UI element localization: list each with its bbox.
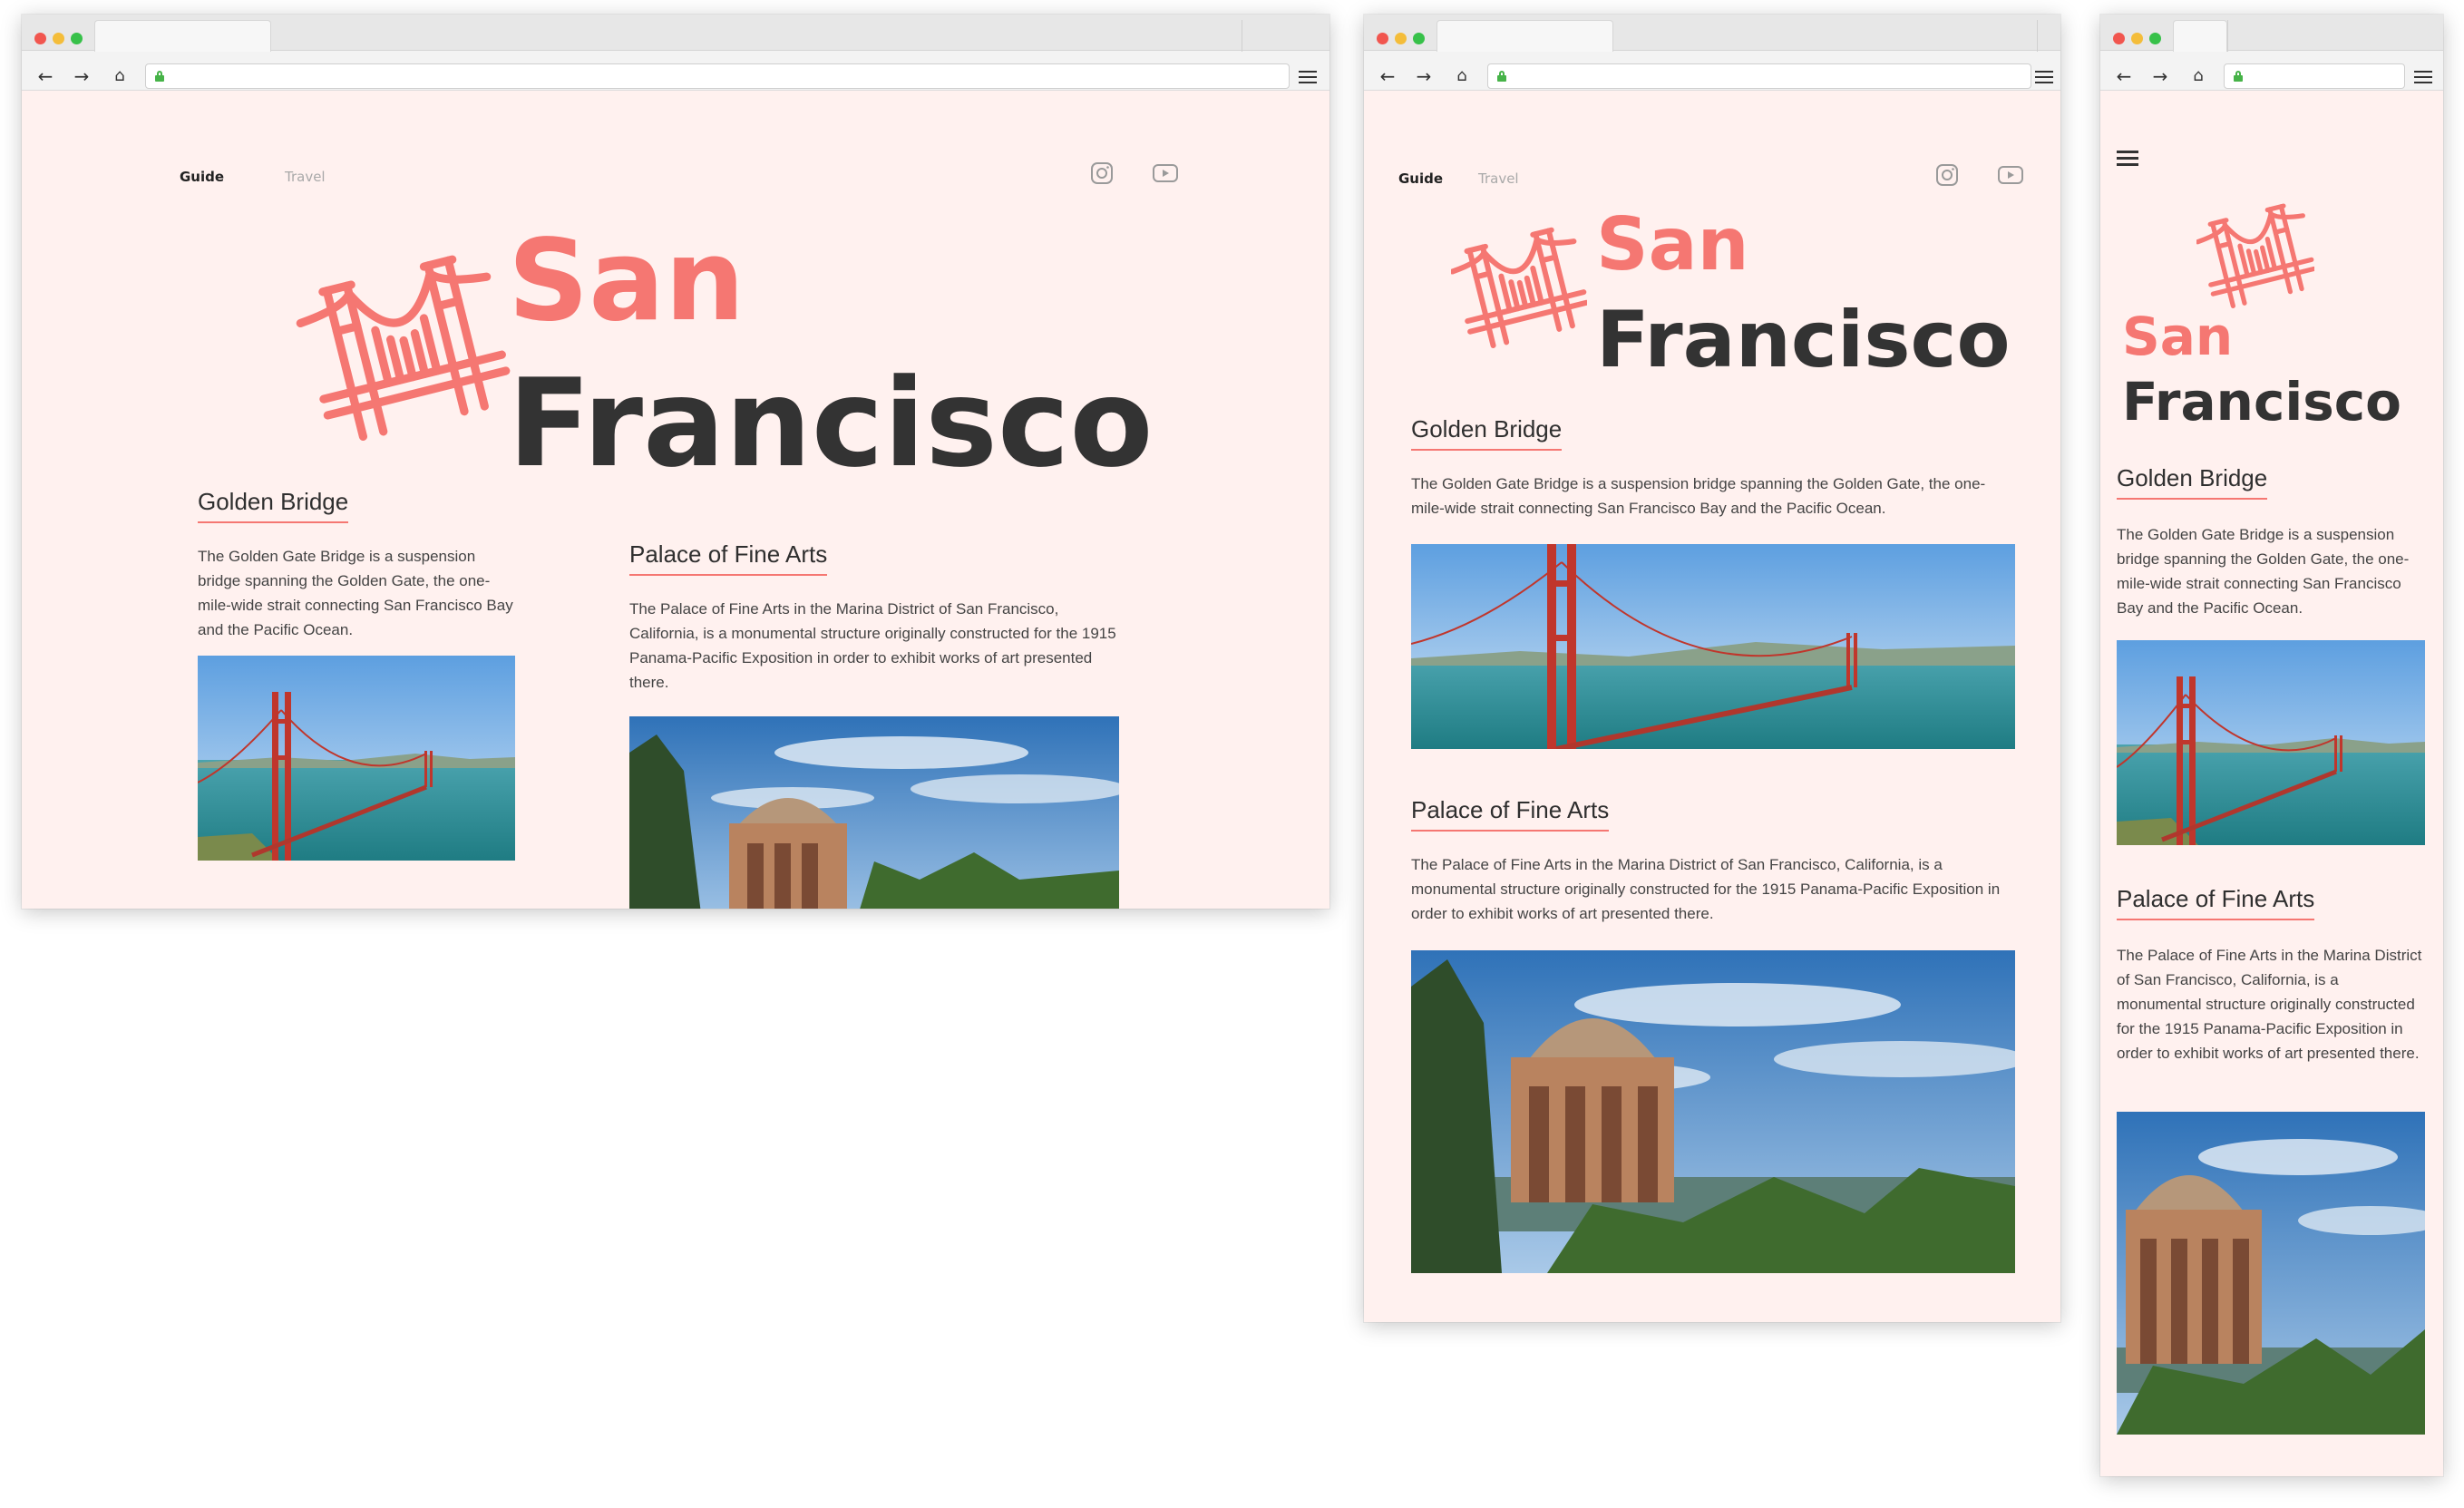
title-line-san: San [508, 216, 745, 346]
hamburger-menu-icon[interactable] [2117, 151, 2138, 167]
minimize-window-button[interactable] [53, 33, 64, 44]
browser-menu-icon[interactable] [2035, 71, 2053, 83]
home-icon[interactable]: ⌂ [109, 65, 131, 87]
nav-guide-link[interactable]: Guide [1398, 170, 1443, 187]
browser-tab[interactable] [2173, 20, 2227, 52]
address-bar[interactable] [145, 63, 1290, 89]
title-line-francisco: Francisco [1596, 295, 2011, 385]
tab-divider [2227, 20, 2228, 52]
title-line-francisco: Francisco [508, 353, 1154, 494]
page: San Francisco Golden Bridge The Golden G… [2100, 91, 2443, 1476]
close-window-button[interactable] [34, 33, 46, 44]
forward-arrow-icon[interactable]: → [2149, 65, 2171, 87]
browser-toolbar: ← → ⌂ [1364, 15, 2060, 91]
heading-golden-bridge: Golden Bridge [1411, 415, 1563, 451]
address-bar[interactable] [2224, 63, 2405, 89]
minimize-window-button[interactable] [1395, 33, 1407, 44]
address-bar[interactable] [1487, 63, 2031, 89]
browser-tab[interactable] [1437, 20, 1613, 52]
back-arrow-icon[interactable]: ← [34, 65, 56, 87]
text-golden-bridge: The Golden Gate Bridge is a suspension b… [198, 548, 513, 638]
text-golden-bridge: The Golden Gate Bridge is a suspension b… [1411, 475, 1986, 517]
text-palace-of-fine-arts: The Palace of Fine Arts in the Marina Di… [629, 600, 1116, 691]
page: Guide Travel San Francisco Golden Bridge… [22, 91, 1329, 909]
title-line-san: San [2122, 306, 2234, 367]
browser-window-mobile: ← → ⌂ San Francisco Golden Bridge The Go… [2100, 15, 2443, 1476]
close-window-button[interactable] [2113, 33, 2125, 44]
golden-gate-bridge-icon [1449, 212, 1590, 349]
maximize-window-button[interactable] [2149, 33, 2161, 44]
text-golden-bridge: The Golden Gate Bridge is a suspension b… [2117, 526, 2410, 617]
heading-palace-of-fine-arts: Palace of Fine Arts [1411, 796, 1610, 832]
palace-of-fine-arts-photo [2117, 1112, 2425, 1435]
nav-guide-link[interactable]: Guide [180, 169, 224, 185]
palace-of-fine-arts-photo [1411, 950, 2015, 1273]
browser-window-tablet: ← → ⌂ Guide Travel San Francisco Golden … [1364, 15, 2060, 1322]
browser-window-desktop: ← → ⌂ Guide Travel San Francisco Golden … [22, 15, 1329, 909]
tab-strip [22, 15, 1329, 52]
close-window-button[interactable] [1377, 33, 1388, 44]
browser-toolbar: ← → ⌂ [2100, 15, 2443, 91]
youtube-icon[interactable] [1997, 165, 2024, 189]
maximize-window-button[interactable] [1413, 33, 1425, 44]
heading-golden-bridge: Golden Bridge [2117, 464, 2268, 500]
title-line-san: San [1596, 202, 1749, 287]
heading-palace-of-fine-arts: Palace of Fine Arts [629, 540, 828, 576]
palace-of-fine-arts-photo [629, 716, 1119, 909]
text-palace-of-fine-arts: The Palace of Fine Arts in the Marina Di… [2117, 947, 2422, 1062]
forward-arrow-icon[interactable]: → [1413, 65, 1435, 87]
tab-divider [2037, 20, 2038, 52]
browser-tab[interactable] [94, 20, 271, 52]
tab-strip [2100, 15, 2443, 52]
page: Guide Travel San Francisco Golden Bridge… [1364, 91, 2060, 1322]
forward-arrow-icon[interactable]: → [71, 65, 93, 87]
nav-travel-link[interactable]: Travel [285, 169, 326, 185]
lock-icon [155, 71, 164, 82]
golden-gate-bridge-photo [1411, 544, 2015, 749]
nav-travel-link[interactable]: Travel [1478, 170, 1519, 187]
golden-gate-bridge-photo [2117, 640, 2425, 845]
text-palace-of-fine-arts: The Palace of Fine Arts in the Marina Di… [1411, 856, 2001, 922]
golden-gate-bridge-icon [285, 232, 521, 442]
golden-gate-bridge-icon [2195, 190, 2316, 309]
back-arrow-icon[interactable]: ← [2113, 65, 2135, 87]
heading-golden-bridge: Golden Bridge [198, 488, 349, 523]
browser-toolbar: ← → ⌂ [22, 15, 1329, 91]
browser-menu-icon[interactable] [1299, 71, 1317, 83]
minimize-window-button[interactable] [2131, 33, 2143, 44]
back-arrow-icon[interactable]: ← [1377, 65, 1398, 87]
title-line-francisco: Francisco [2122, 371, 2401, 433]
youtube-icon[interactable] [1152, 163, 1179, 187]
lock-icon [1497, 71, 1506, 82]
home-icon[interactable]: ⌂ [2187, 65, 2209, 87]
lock-icon [2234, 71, 2243, 82]
home-icon[interactable]: ⌂ [1451, 65, 1473, 87]
instagram-icon[interactable] [1935, 163, 1959, 190]
browser-menu-icon[interactable] [2414, 71, 2432, 83]
instagram-icon[interactable] [1090, 161, 1114, 189]
maximize-window-button[interactable] [71, 33, 83, 44]
tab-strip [1364, 15, 2060, 52]
golden-gate-bridge-photo [198, 656, 515, 861]
heading-palace-of-fine-arts: Palace of Fine Arts [2117, 885, 2315, 920]
